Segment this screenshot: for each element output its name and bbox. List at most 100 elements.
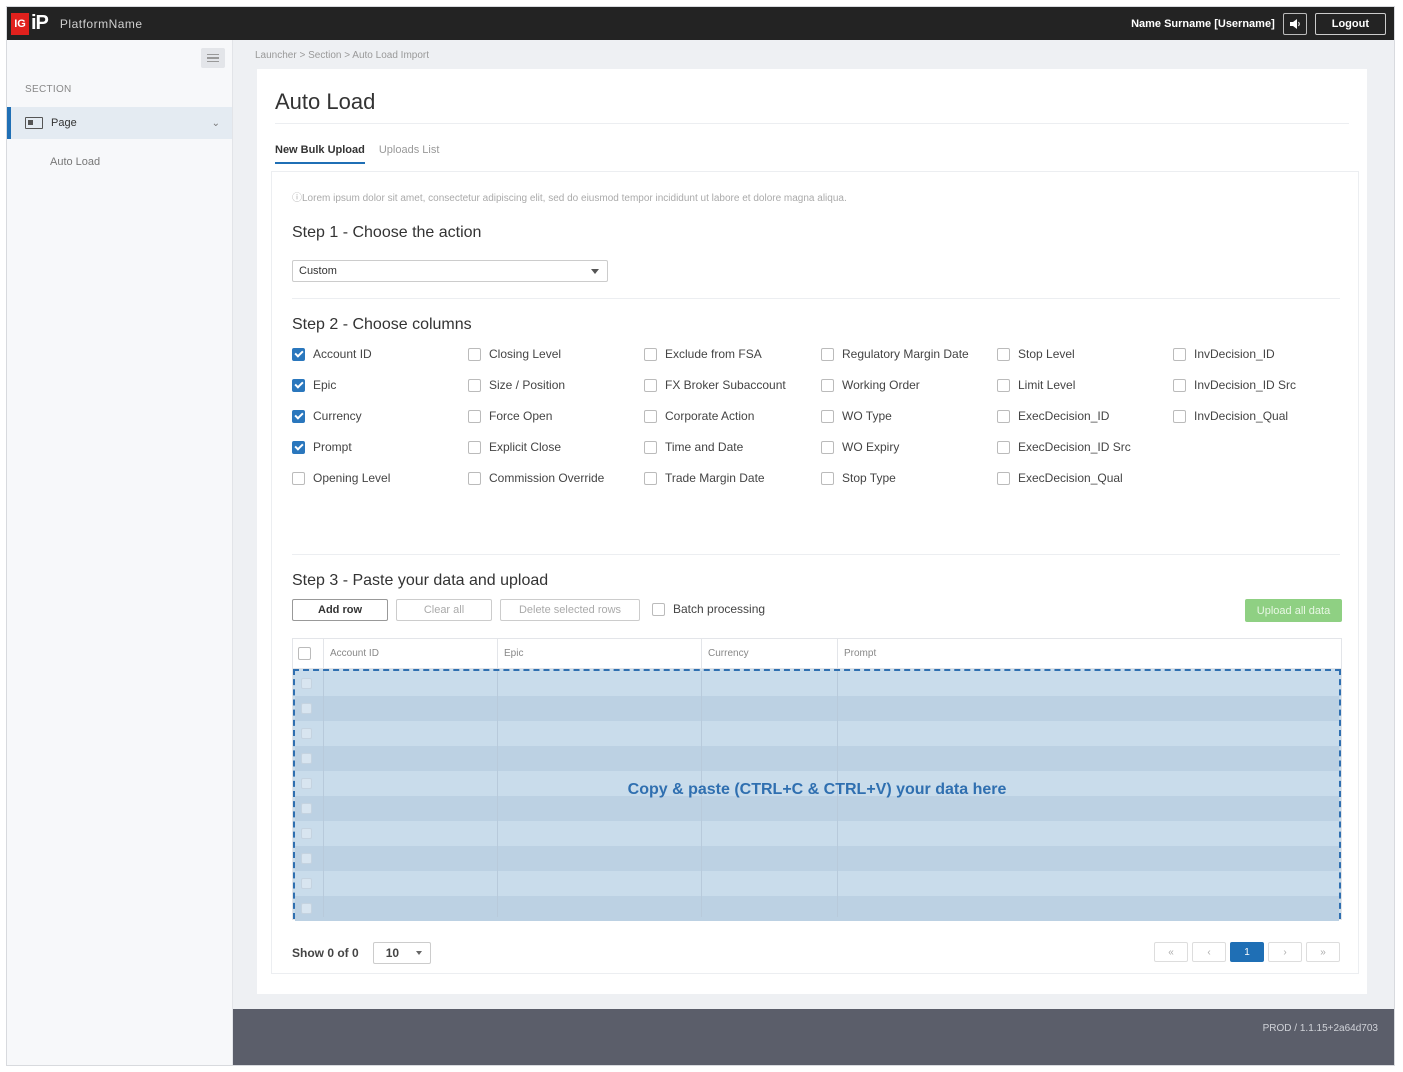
column-checkbox[interactable]: Stop Type (821, 471, 896, 485)
column-checkbox[interactable]: Closing Level (468, 347, 561, 361)
column-checkbox[interactable]: Corporate Action (644, 409, 754, 423)
sidebar-item-page[interactable]: Page ⌄ (7, 107, 232, 139)
platform-name: PlatformName (59, 16, 143, 31)
column-checkbox-label: WO Expiry (842, 440, 900, 454)
tab-uploads-list[interactable]: Uploads List (379, 144, 440, 164)
column-checkbox-label: InvDecision_Qual (1194, 409, 1289, 423)
row-checkbox[interactable] (301, 728, 312, 739)
page-size-select[interactable]: 10 (372, 942, 431, 964)
checkbox (997, 471, 1010, 485)
add-row-button[interactable]: Add row (292, 599, 388, 621)
paste-instruction: Copy & paste (CTRL+C & CTRL+V) your data… (627, 781, 1007, 798)
row-checkbox[interactable] (301, 753, 312, 764)
delete-selected-rows-button[interactable]: Delete selected rows (500, 599, 640, 621)
step2-title: Step 2 - Choose columns (292, 316, 472, 333)
next-page-button[interactable]: › (1268, 942, 1302, 962)
checkbox (292, 409, 305, 423)
last-page-button[interactable]: » (1306, 942, 1340, 962)
column-checkbox[interactable]: WO Expiry (821, 440, 899, 454)
column-checkbox[interactable]: Exclude from FSA (644, 347, 762, 361)
checkbox (468, 409, 481, 423)
sound-toggle-button[interactable] (1282, 12, 1307, 35)
action-select[interactable]: Custom (292, 260, 608, 282)
logout-button[interactable]: Logout (1314, 12, 1386, 35)
paste-area[interactable]: Copy & paste (CTRL+C & CTRL+V) your data… (293, 669, 1341, 921)
column-checkbox-label: Force Open (489, 409, 553, 423)
column-checkbox[interactable]: ExecDecision_ID Src (997, 440, 1131, 454)
row-checkbox[interactable] (301, 903, 312, 914)
checkbox (292, 440, 305, 454)
column-checkbox-label: Corporate Action (665, 409, 755, 423)
column-checkbox[interactable]: ExecDecision_Qual (997, 471, 1123, 485)
breadcrumb: Launcher > Section > Auto Load Import (255, 50, 430, 61)
batch-processing-checkbox[interactable]: Batch processing (652, 602, 765, 616)
upload-all-data-button[interactable]: Upload all data (1245, 599, 1342, 622)
app-window: IG iP PlatformName Name Surname [Usernam… (6, 6, 1395, 1066)
checkbox (821, 378, 834, 392)
row-checkbox[interactable] (301, 803, 312, 814)
grid-header: Account ID Epic Currency Prompt (293, 639, 1341, 669)
column-checkbox[interactable]: InvDecision_ID Src (1173, 378, 1296, 392)
first-page-button[interactable]: « (1154, 942, 1188, 962)
column-checkbox[interactable]: InvDecision_Qual (1173, 409, 1288, 423)
column-checkbox[interactable]: InvDecision_ID (1173, 347, 1275, 361)
grid-header-currency[interactable]: Currency (701, 639, 837, 668)
sidebar-collapse-button[interactable] (201, 48, 225, 68)
grid-header-epic[interactable]: Epic (497, 639, 701, 668)
row-checkbox[interactable] (301, 678, 312, 689)
grid-header-prompt[interactable]: Prompt (837, 639, 1341, 668)
grid-header-account-id[interactable]: Account ID (323, 639, 497, 668)
column-checkbox-label: Commission Override (489, 471, 605, 485)
step1-title: Step 1 - Choose the action (292, 224, 482, 241)
column-checkbox-label: Working Order (842, 378, 920, 392)
column-checkbox[interactable]: WO Type (821, 409, 892, 423)
sidebar-item-label: Page (51, 117, 77, 129)
column-checkbox[interactable]: Commission Override (468, 471, 604, 485)
column-checkbox-label: ExecDecision_ID Src (1018, 440, 1131, 454)
column-checkbox[interactable]: Working Order (821, 378, 920, 392)
divider (292, 554, 1340, 555)
data-grid: Account ID Epic Currency Prompt Copy & p… (292, 638, 1342, 921)
column-checkbox[interactable]: ExecDecision_ID (997, 409, 1109, 423)
prev-page-button[interactable]: ‹ (1192, 942, 1226, 962)
table-row (295, 746, 1339, 771)
row-checkbox[interactable] (301, 828, 312, 839)
ig-logo[interactable]: IG iP (11, 12, 49, 35)
checkbox (997, 440, 1010, 454)
sidebar-section-label: SECTION (25, 84, 72, 95)
checkbox (644, 409, 657, 423)
column-checkbox[interactable]: Force Open (468, 409, 552, 423)
column-checkbox[interactable]: Epic (292, 378, 336, 392)
speaker-icon (1289, 18, 1300, 29)
user-name: Name Surname [Username] (1131, 17, 1275, 30)
row-checkbox[interactable] (301, 703, 312, 714)
row-checkbox[interactable] (301, 878, 312, 889)
tab-bar: New Bulk Upload Uploads List (275, 144, 439, 164)
column-checkbox[interactable]: Trade Margin Date (644, 471, 765, 485)
column-checkbox[interactable]: FX Broker Subaccount (644, 378, 786, 392)
table-row (295, 871, 1339, 896)
column-checkbox[interactable]: Prompt (292, 440, 352, 454)
column-checkbox[interactable]: Opening Level (292, 471, 390, 485)
tab-new-bulk-upload[interactable]: New Bulk Upload (275, 144, 365, 164)
column-checkbox[interactable]: Account ID (292, 347, 372, 361)
column-checkbox[interactable]: Size / Position (468, 378, 565, 392)
clear-all-button[interactable]: Clear all (396, 599, 492, 621)
table-row (295, 696, 1339, 721)
column-checkbox-label: WO Type (842, 409, 892, 423)
column-checkbox[interactable]: Time and Date (644, 440, 743, 454)
select-all-checkbox[interactable] (297, 647, 311, 660)
checkbox (644, 347, 657, 361)
column-checkbox-label: Prompt (313, 440, 352, 454)
column-checkbox[interactable]: Regulatory Margin Date (821, 347, 969, 361)
column-checkbox[interactable]: Limit Level (997, 378, 1075, 392)
column-checkbox-label: Size / Position (489, 378, 566, 392)
column-checkbox[interactable]: Explicit Close (468, 440, 561, 454)
row-checkbox[interactable] (301, 853, 312, 864)
sidebar-subitem-auto-load[interactable]: Auto Load (50, 156, 100, 168)
page-1-button[interactable]: 1 (1230, 942, 1264, 962)
step3-title: Step 3 - Paste your data and upload (292, 572, 549, 589)
column-checkbox[interactable]: Stop Level (997, 347, 1075, 361)
batch-processing-label: Batch processing (673, 602, 766, 616)
column-checkbox[interactable]: Currency (292, 409, 362, 423)
